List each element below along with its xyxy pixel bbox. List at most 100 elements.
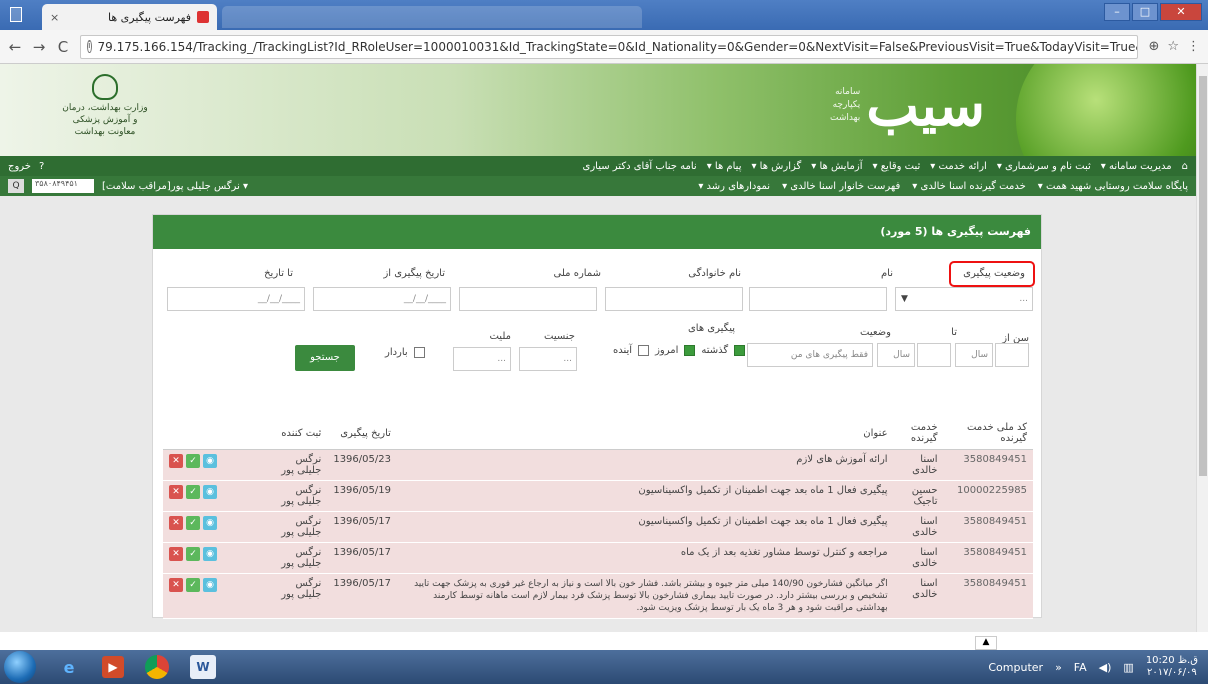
exit-link[interactable]: خروج (8, 161, 31, 172)
check-icon[interactable]: ✓ (186, 485, 200, 499)
age-to-unit[interactable]: سال (877, 343, 915, 367)
page-scrollbar[interactable] (1196, 64, 1208, 632)
check-icon[interactable]: ✓ (186, 547, 200, 561)
delete-icon[interactable]: ✕ (169, 547, 183, 561)
close-window-button[interactable]: ✕ (1160, 3, 1202, 21)
age-to-input[interactable] (917, 343, 951, 367)
browser-menu-icon[interactable]: ⋮ (1187, 39, 1200, 54)
view-icon[interactable]: ◉ (203, 578, 217, 592)
subnav-item[interactable]: خدمت گیرنده اسنا خالدی ▾ (912, 181, 1025, 192)
nav-item[interactable]: ثبت نام و سرشماری ▾ (997, 161, 1091, 172)
nav-item[interactable]: ارائه خدمت ▾ (930, 161, 987, 172)
view-icon[interactable]: ◉ (203, 485, 217, 499)
scroll-top-button[interactable]: ▲ (975, 636, 997, 650)
view-icon[interactable]: ◉ (203, 516, 217, 530)
pregnant-label: باردار (385, 347, 408, 358)
reload-icon[interactable]: C (56, 38, 70, 56)
search-button[interactable]: جستجو (295, 345, 355, 371)
tab-close-icon[interactable]: × (50, 11, 59, 24)
site-info-icon[interactable]: i (87, 40, 92, 53)
browser-tab-strip: فهرست پیگیری ها × – □ ✕ (0, 0, 1208, 30)
minimize-button[interactable]: – (1104, 3, 1130, 21)
pregnant-checkbox[interactable] (413, 347, 425, 358)
subnav-item[interactable]: پایگاه سلامت روستایی شهید همت ▾ (1038, 181, 1188, 192)
nav-item[interactable]: پیام ها ▾ (707, 161, 742, 172)
col-header[interactable]: عنوان (396, 417, 894, 450)
col-header[interactable]: تاریخ پیگیری (327, 417, 397, 450)
last-name-input[interactable] (605, 287, 743, 311)
delete-icon[interactable]: ✕ (169, 485, 183, 499)
col-header[interactable]: خدمت گیرنده (893, 417, 944, 450)
national-id-input[interactable] (459, 287, 597, 311)
delete-icon[interactable]: ✕ (169, 454, 183, 468)
home-icon[interactable]: ⌂ (1182, 161, 1188, 172)
view-icon[interactable]: ◉ (203, 547, 217, 561)
background-tab[interactable] (222, 6, 642, 28)
subnav-item[interactable]: فهرست خانوار اسنا خالدی ▾ (782, 181, 900, 192)
check-icon[interactable]: ✓ (186, 454, 200, 468)
internet-explorer-icon[interactable]: e (50, 653, 88, 681)
age-from-input[interactable] (995, 343, 1029, 367)
date-from-input[interactable]: __/__/____ (313, 287, 451, 311)
computer-toolbar[interactable]: Computer (988, 661, 1043, 674)
search-icon[interactable]: Q (8, 179, 24, 193)
national-code-field[interactable]: ۳۵۸۰۸۴۹۴۵۱ (32, 179, 94, 193)
tray-chevron-icon[interactable]: » (1055, 661, 1062, 674)
col-header[interactable]: کد ملی خدمت گیرنده (943, 417, 1033, 450)
past-checkbox[interactable] (734, 345, 746, 356)
nav-item[interactable]: گزارش ها ▾ (751, 161, 801, 172)
language-indicator[interactable]: FA (1074, 661, 1087, 674)
first-name-input[interactable] (749, 287, 887, 311)
gender-select[interactable]: ... (519, 347, 577, 371)
delete-icon[interactable]: ✕ (169, 516, 183, 530)
check-icon[interactable]: ✓ (186, 578, 200, 592)
view-icon[interactable]: ◉ (203, 454, 217, 468)
maximize-button[interactable]: □ (1132, 3, 1158, 21)
volume-icon[interactable]: ◀) (1099, 661, 1112, 674)
delete-icon[interactable]: ✕ (169, 578, 183, 592)
new-page-icon[interactable] (10, 7, 22, 22)
title-cell: پیگیری فعال 1 ماه بعد جهت اطمینان از تکم… (396, 480, 894, 512)
clock[interactable]: 10:20 ق.ظ ۲۰۱۷/۰۶/۰۹ (1146, 655, 1198, 679)
date-to-input[interactable]: __/__/____ (167, 287, 305, 311)
client-cell: اسنا خالدی (893, 573, 944, 619)
nav-item[interactable]: ثبت وقایع ▾ (873, 161, 921, 172)
state-select[interactable]: ... (895, 287, 1033, 311)
user-menu[interactable]: نرگس جلیلی پور[مراقب سلامت] ▾ (102, 181, 248, 192)
scrollbar-thumb[interactable] (1199, 76, 1207, 476)
help-icon[interactable]: ? (39, 161, 44, 172)
table-row[interactable]: 3580849451 اسنا خالدی اگر میانگین فشارخو… (163, 573, 1033, 619)
chrome-icon[interactable] (138, 653, 176, 681)
address-bar[interactable]: i 79.175.166.154/Tracking_/TrackingList?… (80, 34, 1139, 59)
nav-item[interactable]: آزمایش ها ▾ (811, 161, 862, 172)
network-icon[interactable]: ▥ (1123, 661, 1133, 674)
col-header[interactable]: ثبت کننده (273, 417, 328, 450)
word-icon[interactable]: W (190, 655, 216, 679)
back-icon[interactable]: ← (8, 38, 22, 56)
media-player-icon[interactable]: ▶ (102, 656, 124, 678)
client-cell: اسنا خالدی (893, 449, 944, 481)
bookmark-star-icon[interactable]: ☆ (1167, 39, 1179, 54)
table-row[interactable]: 10000225985 حسین تاجیک پیگیری فعال 1 ماه… (163, 480, 1033, 512)
system-tray: Computer » FA ◀) ▥ 10:20 ق.ظ ۲۰۱۷/۰۶/۰۹ (988, 655, 1208, 679)
check-icon[interactable]: ✓ (186, 516, 200, 530)
forward-icon[interactable]: → (32, 38, 46, 56)
subnav-item[interactable]: نمودارهای رشد ▾ (698, 181, 770, 192)
date-from-label: تاریخ پیگیری از (383, 268, 445, 279)
nav-item[interactable]: مدیریت سامانه ▾ (1101, 161, 1172, 172)
nationality-select[interactable]: ... (453, 347, 511, 371)
future-checkbox[interactable] (638, 345, 650, 356)
table-row[interactable]: 3580849451 اسنا خالدی مراجعه و کنترل توس… (163, 542, 1033, 574)
start-button[interactable] (4, 651, 36, 683)
table-row[interactable]: 3580849451 اسنا خالدی ارائه آموزش های لا… (163, 449, 1033, 481)
brand-sub-line: یکپارچه (832, 100, 861, 110)
status-select[interactable]: فقط پیگیری های من (747, 343, 873, 367)
browser-tab[interactable]: فهرست پیگیری ها × (42, 4, 217, 30)
apple-graphic (1016, 64, 1196, 156)
recorder-cell: نرگس جلیلی پور (273, 542, 328, 574)
zoom-icon[interactable]: ⊕ (1148, 39, 1159, 54)
table-row[interactable]: 3580849451 اسنا خالدی پیگیری فعال 1 ماه … (163, 511, 1033, 543)
today-checkbox[interactable] (684, 345, 696, 356)
age-from-unit[interactable]: سال (955, 343, 993, 367)
nav-item[interactable]: نامه جناب آقای دکتر سیاری (583, 161, 697, 172)
